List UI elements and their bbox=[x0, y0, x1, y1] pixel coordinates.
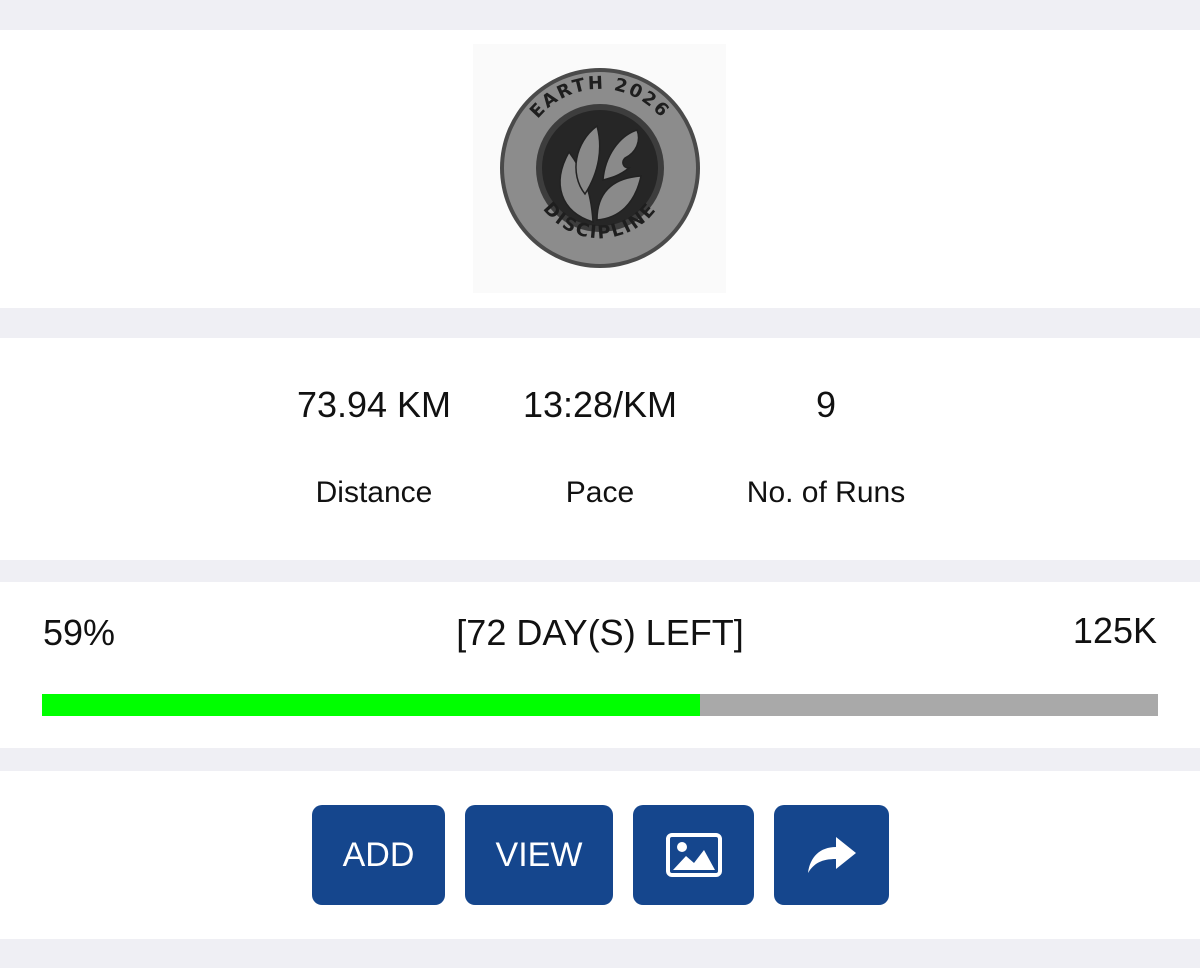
medal-image: EARTH 2026 DISCIPLINE bbox=[473, 44, 726, 293]
runs-value: 9 bbox=[815, 384, 837, 425]
days-left-label: [72 DAY(S) LEFT] bbox=[456, 612, 744, 653]
view-button[interactable]: VIEW bbox=[465, 805, 613, 905]
runs-label: No. of Runs bbox=[746, 476, 906, 509]
progress-percent: 59% bbox=[43, 612, 116, 653]
add-button[interactable]: ADD bbox=[312, 805, 445, 905]
progress-card: 59% [72 DAY(S) LEFT] 125K bbox=[0, 582, 1200, 748]
pace-value: 13:28/KM bbox=[522, 384, 678, 425]
stats-card: 73.94 KM Distance 13:28/KM Pace 9 No. of… bbox=[0, 338, 1200, 560]
image-icon bbox=[665, 833, 722, 877]
distance-label: Distance bbox=[315, 476, 433, 509]
progress-bar-fill bbox=[42, 694, 701, 716]
progress-bar bbox=[42, 694, 1158, 716]
goal-label: 125K bbox=[1072, 610, 1157, 651]
share-icon bbox=[807, 837, 856, 873]
image-button[interactable] bbox=[633, 805, 754, 905]
actions-card: ADD VIEW bbox=[0, 771, 1200, 939]
share-button[interactable] bbox=[774, 805, 889, 905]
distance-value: 73.94 KM bbox=[296, 384, 452, 425]
badge-card: EARTH 2026 DISCIPLINE bbox=[0, 30, 1200, 308]
pace-label: Pace bbox=[565, 476, 635, 509]
medal-emblem-icon: EARTH 2026 DISCIPLINE bbox=[500, 68, 700, 268]
